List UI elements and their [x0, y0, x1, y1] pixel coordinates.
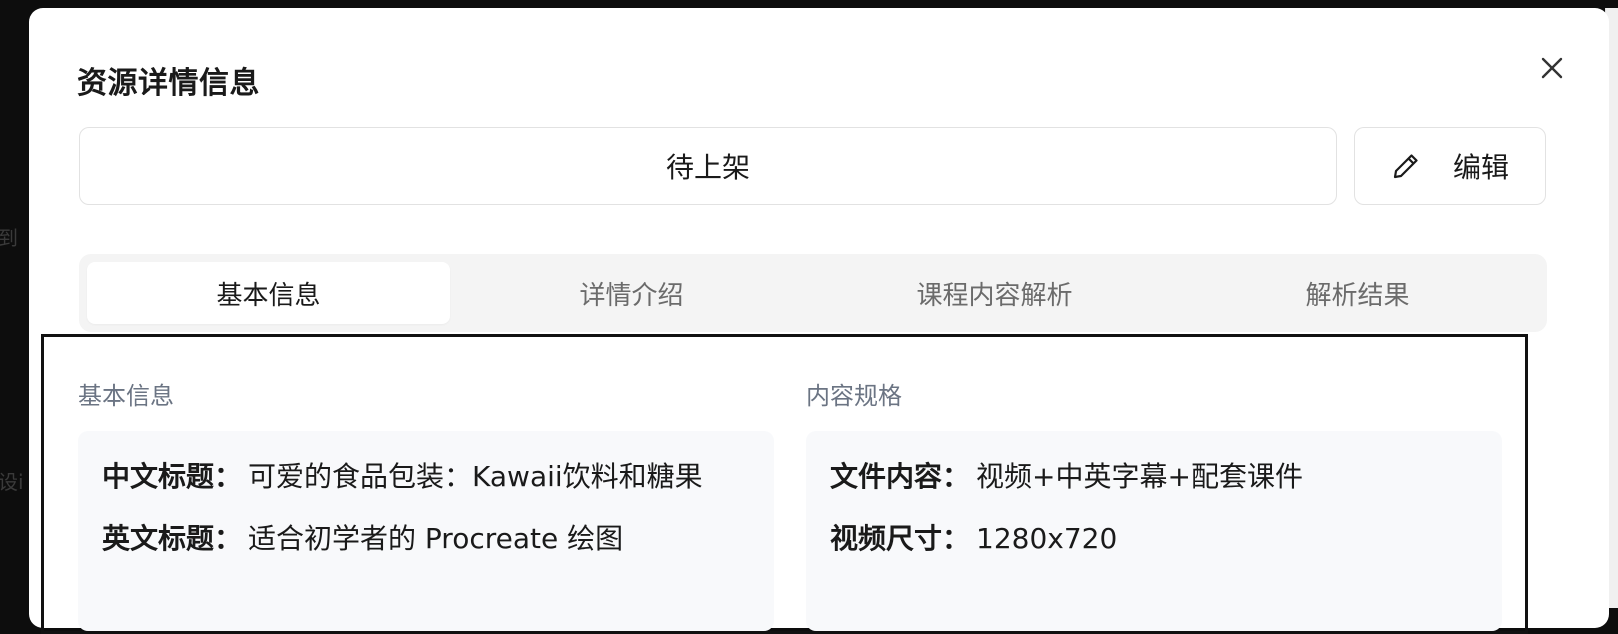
tab-label: 详情介绍 [579, 280, 684, 311]
tab-label: 课程内容解析 [916, 280, 1073, 311]
close-icon [1541, 57, 1563, 79]
tab-analysis-result[interactable]: 解析结果 [1176, 262, 1539, 324]
field-key: 视频尺寸： [830, 522, 971, 555]
field-value: 视频+中英字幕+配套课件 [976, 460, 1303, 493]
tab-label: 基本信息 [216, 280, 321, 311]
tab-detail-intro[interactable]: 详情介绍 [450, 262, 813, 324]
field-key: 文件内容： [830, 460, 971, 493]
edit-button-label: 编辑 [1452, 151, 1509, 184]
status-text: 待上架 [665, 151, 750, 184]
field-key: 英文标题： [102, 522, 243, 555]
english-title-row: 英文标题： 适合初学者的 Procreate 绘图 [102, 517, 623, 557]
background-fragment: 到 [0, 226, 18, 250]
content-spec-section-title: 内容规格 [806, 382, 902, 410]
field-key: 中文标题： [102, 460, 243, 493]
field-value: 可爱的食品包装：Kawaii饮料和糖果 [248, 460, 703, 493]
tab-course-analysis[interactable]: 课程内容解析 [813, 262, 1176, 324]
tab-label: 解析结果 [1305, 280, 1410, 311]
video-size-row: 视频尺寸： 1280x720 [830, 517, 1117, 557]
status-display: 待上架 [79, 127, 1337, 205]
background-fragment: 设i [0, 470, 24, 494]
pencil-icon [1393, 154, 1418, 179]
edit-button[interactable]: 编辑 [1354, 127, 1546, 205]
field-value: 适合初学者的 Procreate 绘图 [248, 522, 624, 555]
basic-info-section-title: 基本信息 [78, 382, 174, 410]
field-value: 1280x720 [976, 522, 1118, 555]
file-content-row: 文件内容： 视频+中英字幕+配套课件 [830, 455, 1303, 495]
chinese-title-row: 中文标题： 可爱的食品包装：Kawaii饮料和糖果 [102, 455, 703, 495]
tab-bar: 基本信息 详情介绍 课程内容解析 解析结果 [79, 254, 1547, 332]
close-button[interactable] [1534, 50, 1570, 86]
dialog-title: 资源详情信息 [77, 66, 260, 101]
tab-basic-info[interactable]: 基本信息 [87, 262, 450, 324]
